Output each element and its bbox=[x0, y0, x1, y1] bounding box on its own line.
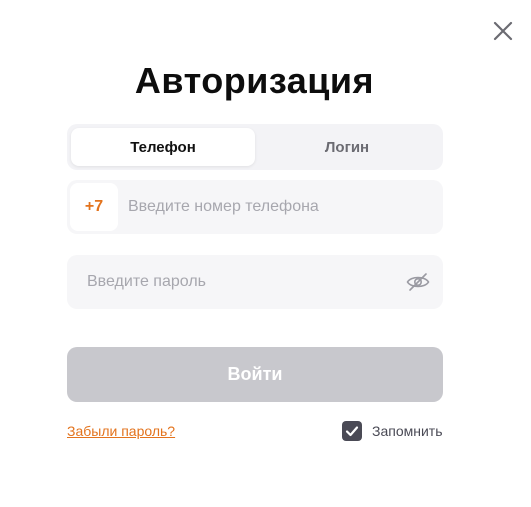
checkbox-checked[interactable] bbox=[342, 421, 362, 441]
tab-login[interactable]: Логин bbox=[255, 128, 439, 166]
forgot-password-link[interactable]: Забыли пароль? bbox=[67, 423, 175, 439]
remember-me-label: Запомнить bbox=[372, 423, 443, 439]
tab-phone[interactable]: Телефон bbox=[71, 128, 255, 166]
phone-field: +7 bbox=[67, 180, 443, 234]
password-input[interactable] bbox=[87, 255, 397, 309]
close-icon bbox=[493, 21, 513, 41]
auth-method-tabs: Телефон Логин bbox=[67, 124, 443, 170]
password-field bbox=[67, 255, 443, 309]
close-button[interactable] bbox=[490, 18, 516, 44]
dialog-title: Авторизация bbox=[134, 60, 375, 101]
checkmark-icon bbox=[345, 426, 359, 437]
login-button[interactable]: Войти bbox=[67, 347, 443, 402]
remember-me-checkbox[interactable]: Запомнить bbox=[342, 421, 443, 441]
password-visibility-toggle[interactable] bbox=[405, 270, 431, 294]
phone-input[interactable] bbox=[128, 180, 428, 234]
eye-off-icon bbox=[406, 273, 430, 291]
phone-prefix: +7 bbox=[70, 183, 118, 231]
